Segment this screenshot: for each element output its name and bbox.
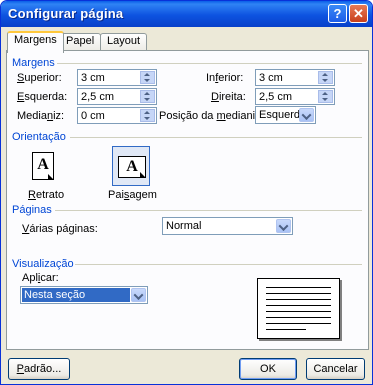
direita-value: 2,5 cm — [259, 91, 293, 103]
pages-heading: Páginas — [12, 204, 52, 216]
chevron-down-icon[interactable] — [276, 219, 291, 233]
preview-heading: Visualização — [12, 258, 74, 270]
preview-line — [266, 293, 331, 294]
varias-paginas-label: Várias páginas: — [22, 223, 98, 235]
direita-label: Direita: — [211, 91, 246, 103]
spin-down-icon[interactable] — [144, 117, 150, 120]
aplicar-value: Nesta seção — [22, 288, 130, 302]
esquerda-value: 2,5 cm — [81, 91, 115, 103]
orientation-divider — [70, 137, 362, 138]
inferior-spin-buttons[interactable] — [318, 71, 333, 84]
aplicar-label: Aplicar: — [22, 272, 59, 284]
medianiz-spin-buttons[interactable] — [140, 109, 155, 122]
spin-down-icon[interactable] — [322, 98, 328, 101]
paisagem-option[interactable]: A — [112, 146, 150, 186]
cancel-button[interactable]: Cancelar — [306, 358, 365, 380]
direita-spinner[interactable]: 2,5 cm — [255, 88, 335, 105]
tab-margens[interactable]: Margens — [7, 31, 64, 53]
superior-label: Superior: — [17, 72, 62, 84]
retrato-label[interactable]: Retrato — [28, 189, 64, 201]
spin-up-icon[interactable] — [322, 92, 328, 95]
aplicar-select[interactable]: Nesta seção — [20, 286, 148, 304]
varias-paginas-value: Normal — [166, 220, 202, 232]
preview-line — [266, 305, 331, 306]
padrao-button[interactable]: Padrão... — [8, 358, 70, 380]
help-button[interactable]: ? — [328, 4, 347, 23]
inferior-label: Inferior: — [206, 72, 244, 84]
spin-up-icon[interactable] — [144, 111, 150, 114]
page-setup-dialog: Configurar página ? ✕ Margens Papel Layo… — [0, 0, 373, 385]
superior-spinner[interactable]: 3 cm — [77, 69, 157, 86]
medianiz-value: 0 cm — [81, 110, 105, 122]
inferior-value: 3 cm — [259, 72, 283, 84]
tab-layout[interactable]: Layout — [100, 33, 148, 51]
paisagem-label[interactable]: Paisagem — [108, 189, 157, 201]
esquerda-spin-buttons[interactable] — [140, 90, 155, 103]
preview-line — [266, 329, 306, 330]
preview-line — [266, 323, 331, 324]
superior-value: 3 cm — [81, 72, 105, 84]
posicao-medianiz-select[interactable]: Esquerda — [255, 106, 316, 124]
margins-divider — [57, 63, 362, 64]
spin-up-icon[interactable] — [144, 73, 150, 76]
preview-divider — [75, 264, 362, 265]
spin-down-icon[interactable] — [144, 98, 150, 101]
spin-down-icon[interactable] — [322, 79, 328, 82]
inferior-spinner[interactable]: 3 cm — [255, 69, 335, 86]
spin-up-icon[interactable] — [144, 92, 150, 95]
preview-line — [266, 299, 331, 300]
spin-up-icon[interactable] — [322, 73, 328, 76]
preview-line — [266, 311, 331, 312]
esquerda-label: Esquerda: — [17, 91, 68, 103]
preview-line — [266, 287, 331, 288]
preview-line — [266, 317, 331, 318]
ok-button[interactable]: OK — [239, 358, 297, 380]
dialog-title: Configurar página — [8, 6, 124, 21]
varias-paginas-select[interactable]: Normal — [162, 217, 293, 235]
portrait-page-icon: A — [32, 152, 54, 180]
close-button[interactable]: ✕ — [349, 4, 368, 23]
superior-spin-buttons[interactable] — [140, 71, 155, 84]
medianiz-spinner[interactable]: 0 cm — [77, 107, 157, 124]
chevron-down-icon[interactable] — [299, 108, 314, 122]
spin-down-icon[interactable] — [144, 79, 150, 82]
pages-divider — [55, 210, 362, 211]
title-bar: Configurar página ? ✕ — [1, 1, 372, 27]
retrato-option[interactable]: A — [24, 146, 62, 186]
tab-papel[interactable]: Papel — [59, 33, 102, 51]
page-preview — [257, 278, 340, 339]
chevron-down-icon[interactable] — [131, 288, 146, 302]
esquerda-spinner[interactable]: 2,5 cm — [77, 88, 157, 105]
orientation-heading: Orientação — [12, 131, 66, 143]
landscape-page-icon: A — [118, 156, 146, 178]
margins-heading: Margens — [12, 57, 55, 69]
medianiz-label: Medianiz: — [17, 110, 65, 122]
direita-spin-buttons[interactable] — [318, 90, 333, 103]
posicao-medianiz-label: Posição da medianiz: — [159, 110, 264, 122]
